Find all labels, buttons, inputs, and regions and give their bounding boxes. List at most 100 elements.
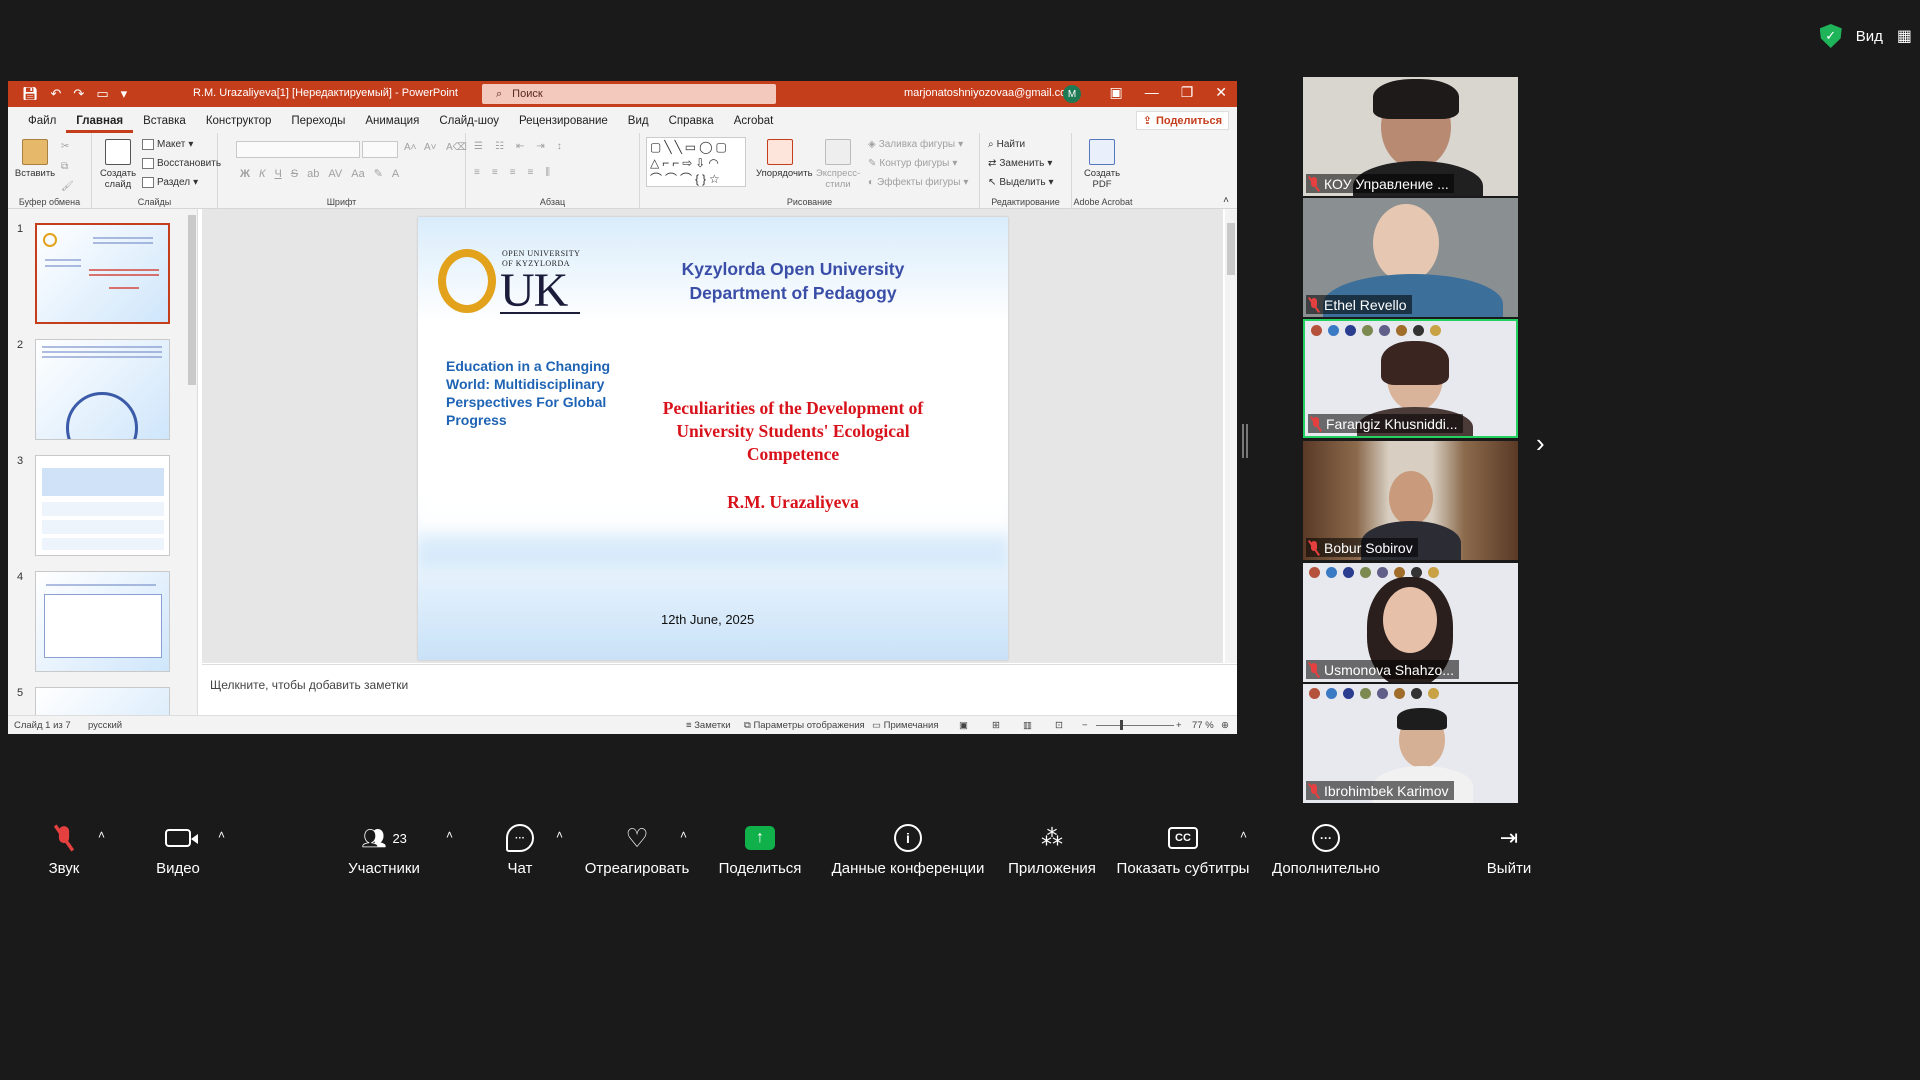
shape-outline-button[interactable]: ✎ Контур фигуры ▾ [868,158,957,169]
zoom-slider-thumb[interactable] [1120,720,1123,730]
shape-effects-button[interactable]: ◐ Эффекты фигуры ▾ [868,177,968,188]
zoom-level[interactable]: 77 % [1192,720,1214,731]
reset-button[interactable]: Восстановить [142,158,221,169]
search-box[interactable]: ⌕ Поиск [482,84,776,104]
tab-animations[interactable]: Анимация [355,115,429,133]
next-page-chevron-icon[interactable]: › [1536,428,1545,459]
fit-slide-icon[interactable]: ⊕ [1221,720,1229,731]
participant-tile[interactable]: Ibrohimbek Karimov [1303,684,1518,803]
replace-button[interactable]: ⇄ Заменить ▾ [988,158,1052,169]
audio-button[interactable]: Звук [40,822,88,877]
shadow-icon[interactable]: ab [307,168,319,180]
react-button[interactable]: ♡ Отреагировать [582,822,692,878]
strikethrough-icon[interactable]: S [291,168,298,180]
chat-button[interactable]: ··· Чат [500,822,540,877]
leave-button[interactable]: ⇥ Выйти [1484,822,1534,877]
grid-view-icon[interactable]: ▦ [1897,26,1912,46]
zoom-in-icon[interactable]: + [1176,720,1182,731]
zoom-out-icon[interactable]: − [1082,720,1088,731]
italic-icon[interactable]: К [259,168,265,180]
slideshow-icon[interactable]: ⊡ [1055,720,1063,731]
video-button[interactable]: Видео [150,822,206,877]
tab-view[interactable]: Вид [618,115,659,133]
line-spacing-icon[interactable]: ↕ [557,141,562,152]
share-screen-button[interactable]: ↑ Поделиться [716,822,804,877]
layout-button[interactable]: Макет ▾ [142,139,193,150]
more-button[interactable]: ··· Дополнительно [1266,822,1386,877]
view-button[interactable]: Вид [1856,28,1883,45]
shapes-gallery[interactable]: ▢╲╲▭◯▢ △⌐⌐⇨⇩◠ ⌒⌒⌒{}☆ [646,137,746,187]
normal-view-icon[interactable]: ▣ [959,720,968,731]
shrink-font-icon[interactable]: A˅ [424,142,437,153]
thumbnails-scrollbar[interactable] [188,215,196,385]
columns-icon[interactable]: ⫼ [545,167,550,178]
tab-design[interactable]: Конструктор [196,115,282,133]
captions-button[interactable]: CC Показать субтитры [1114,822,1252,877]
format-painter-icon[interactable]: 🖌︎ [61,181,74,192]
undo-icon[interactable]: ↶ [51,86,62,102]
ribbon-display-icon[interactable]: ▣ [1109,84,1122,101]
shape-fill-button[interactable]: ◈ Заливка фигуры ▾ [868,139,963,150]
slide-scrollbar[interactable] [1225,209,1237,663]
section-button[interactable]: Раздел ▾ [142,177,198,188]
notes-toggle[interactable]: ≡ Заметки [686,720,731,731]
audio-options-caret-icon[interactable]: ˄ [98,828,105,842]
bullets-icon[interactable]: ☰ [474,141,483,152]
numbering-icon[interactable]: ☷ [495,141,504,152]
reading-view-icon[interactable]: ▥ [1023,720,1032,731]
close-icon[interactable]: ✕ [1215,84,1227,101]
thumbnail-slide-3[interactable] [35,455,170,556]
grow-font-icon[interactable]: A˄ [404,142,417,153]
thumbnail-slide-4[interactable] [35,571,170,672]
new-slide-button[interactable]: Создать слайд [96,139,140,190]
redo-icon[interactable]: ↷ [73,86,84,102]
tab-file[interactable]: Файл [18,115,66,133]
comments-button[interactable]: ▭ Примечания [872,720,938,731]
decrease-indent-icon[interactable]: ⇤ [516,141,524,152]
zoom-slider[interactable] [1096,725,1174,726]
tab-help[interactable]: Справка [659,115,724,133]
tab-home[interactable]: Главная [66,115,134,133]
react-options-caret-icon[interactable]: ˄ [680,828,687,842]
collapse-ribbon-icon[interactable]: ˄ [1223,195,1229,206]
tab-review[interactable]: Рецензирование [509,115,618,133]
quick-styles-button[interactable]: Экспресс-стили [812,139,864,190]
underline-icon[interactable]: Ч [274,168,281,180]
bold-icon[interactable]: Ж [240,168,250,180]
present-icon[interactable]: ▭ [96,86,108,102]
char-spacing-icon[interactable]: AV [328,168,342,180]
participant-tile[interactable]: Ethel Revello [1303,198,1518,317]
thumbnail-slide-2[interactable] [35,339,170,440]
captions-options-caret-icon[interactable]: ˄ [1240,828,1247,842]
participants-button[interactable]: 👥︎ 23 Участники [346,822,422,878]
customize-qat-icon[interactable]: ▾ [121,86,128,102]
display-settings-button[interactable]: ⧉ Параметры отображения [744,720,865,731]
clear-format-icon[interactable]: A⌫ [446,142,467,153]
thumbnail-slide-1[interactable] [35,223,170,324]
highlight-icon[interactable]: ✎ [374,167,383,180]
increase-indent-icon[interactable]: ⇥ [536,141,544,152]
arrange-button[interactable]: Упорядочить [756,139,813,179]
security-shield-icon[interactable]: ✓ [1819,24,1842,48]
apps-button[interactable]: ⁂ Приложения [1004,822,1100,877]
account-email[interactable]: marjonatoshniyozovaa@gmail.com [904,87,1075,99]
select-button[interactable]: ↖ Выделить ▾ [988,177,1054,188]
scroll-thumb[interactable] [1227,223,1235,275]
participants-options-caret-icon[interactable]: ˄ [446,828,453,842]
justify-icon[interactable]: ≡ [528,167,534,178]
save-icon[interactable]: 💾︎ [22,86,39,102]
share-button[interactable]: ⇪ Поделиться [1135,111,1229,130]
minimize-icon[interactable]: — [1145,84,1159,101]
current-slide[interactable]: OPEN UNIVERSITY OF KYZYLORDA UK Kyzylord… [418,217,1008,660]
restore-icon[interactable]: ❐ [1181,84,1194,101]
participant-tile[interactable]: Usmonova Shahzo... [1303,563,1518,682]
language-indicator[interactable]: русский [88,720,122,731]
font-size-select[interactable] [362,141,398,158]
tab-insert[interactable]: Вставка [133,115,196,133]
participant-tile[interactable]: КОУ Управление ... [1303,77,1518,196]
find-button[interactable]: ⌕ Найти [988,139,1025,150]
video-options-caret-icon[interactable]: ˄ [218,828,225,842]
account-avatar[interactable]: M [1063,85,1081,103]
slide-sorter-icon[interactable]: ⊞ [992,720,1000,731]
font-color-icon[interactable]: A [392,168,399,180]
